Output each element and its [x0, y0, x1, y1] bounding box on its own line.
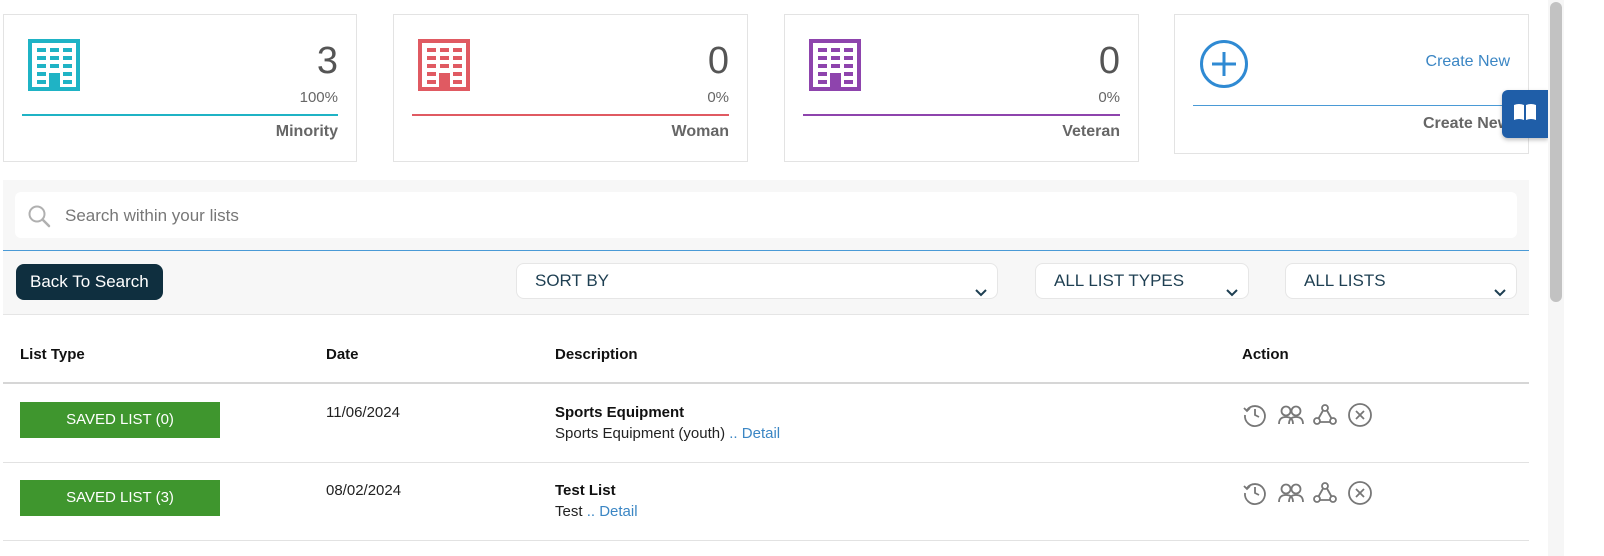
history-icon[interactable]: [1242, 480, 1268, 506]
plus-circle-icon[interactable]: [1199, 39, 1249, 94]
building-icon: [28, 39, 80, 96]
row-description: Test .. Detail: [555, 503, 638, 520]
create-new-card[interactable]: Create New Create New: [1174, 14, 1529, 154]
create-new-label: Create New: [1423, 115, 1511, 132]
header-list-type: List Type: [20, 346, 85, 363]
row-title: Sports Equipment: [555, 404, 685, 421]
row-description-text: Sports Equipment (youth): [555, 425, 726, 442]
back-to-search-button[interactable]: Back To Search: [16, 264, 163, 300]
woman-label: Woman: [671, 123, 729, 140]
row-description: Sports Equipment (youth) .. Detail: [555, 425, 780, 442]
row-date: 08/02/2024: [326, 482, 402, 499]
header-action: Action: [1242, 346, 1289, 363]
share-users-icon[interactable]: [1277, 402, 1304, 428]
stat-card-minority: 3 100% Minority: [3, 14, 357, 162]
header-divider: [3, 382, 1529, 384]
row-title: Test List: [555, 482, 616, 499]
share-users-icon[interactable]: [1277, 480, 1304, 506]
search-box: [15, 192, 1517, 240]
veteran-label: Veteran: [1062, 123, 1120, 140]
all-lists-select[interactable]: ALL LISTS: [1285, 263, 1517, 299]
detail-link[interactable]: .. Detail: [587, 503, 638, 520]
chevron-down-icon: [975, 276, 987, 310]
all-lists-value: ALL LISTS: [1304, 271, 1386, 290]
stat-card-veteran: 0 0% Veteran: [784, 14, 1139, 162]
create-new-link[interactable]: Create New: [1426, 53, 1510, 71]
card-divider: [803, 114, 1120, 116]
woman-count: 0: [707, 40, 729, 82]
list-type-badge[interactable]: SAVED LIST (3): [20, 480, 220, 516]
search-input[interactable]: [63, 192, 1507, 240]
veteran-percent: 0%: [1098, 89, 1120, 106]
minority-percent: 100%: [299, 89, 338, 106]
veteran-count: 0: [1098, 40, 1120, 82]
sort-by-value: SORT BY: [535, 271, 610, 290]
list-types-value: ALL LIST TYPES: [1054, 271, 1185, 290]
list-types-select[interactable]: ALL LIST TYPES: [1035, 263, 1249, 299]
chevron-down-icon: [1226, 276, 1238, 310]
card-divider: [412, 114, 729, 116]
list-filter-panel: Back To Search SORT BY ALL LIST TYPES AL…: [3, 180, 1529, 315]
minority-label: Minority: [275, 123, 338, 140]
delete-icon[interactable]: [1347, 402, 1373, 428]
book-icon: [1512, 102, 1538, 127]
detail-link[interactable]: .. Detail: [729, 425, 780, 442]
network-icon[interactable]: [1312, 480, 1338, 506]
card-divider: [22, 114, 338, 116]
header-description: Description: [555, 346, 638, 363]
row-divider: [3, 462, 1529, 463]
scrollbar-thumb[interactable]: [1550, 2, 1562, 302]
help-guide-button[interactable]: [1502, 90, 1548, 138]
row-description-text: Test: [555, 503, 583, 520]
woman-percent: 0%: [707, 89, 729, 106]
panel-divider: [3, 250, 1529, 251]
sort-by-select[interactable]: SORT BY: [516, 263, 998, 299]
building-icon: [418, 39, 470, 96]
header-date: Date: [326, 346, 359, 363]
row-actions: [1242, 402, 1373, 428]
history-icon[interactable]: [1242, 402, 1268, 428]
card-divider: [1193, 105, 1510, 106]
row-divider: [3, 540, 1529, 541]
delete-icon[interactable]: [1347, 480, 1373, 506]
building-icon: [809, 39, 861, 96]
search-icon: [27, 204, 51, 233]
list-type-badge[interactable]: SAVED LIST (0): [20, 402, 220, 438]
stat-card-woman: 0 0% Woman: [393, 14, 748, 162]
minority-count: 3: [316, 40, 338, 82]
row-actions: [1242, 480, 1373, 506]
network-icon[interactable]: [1312, 402, 1338, 428]
chevron-down-icon: [1494, 276, 1506, 310]
row-date: 11/06/2024: [326, 404, 400, 421]
